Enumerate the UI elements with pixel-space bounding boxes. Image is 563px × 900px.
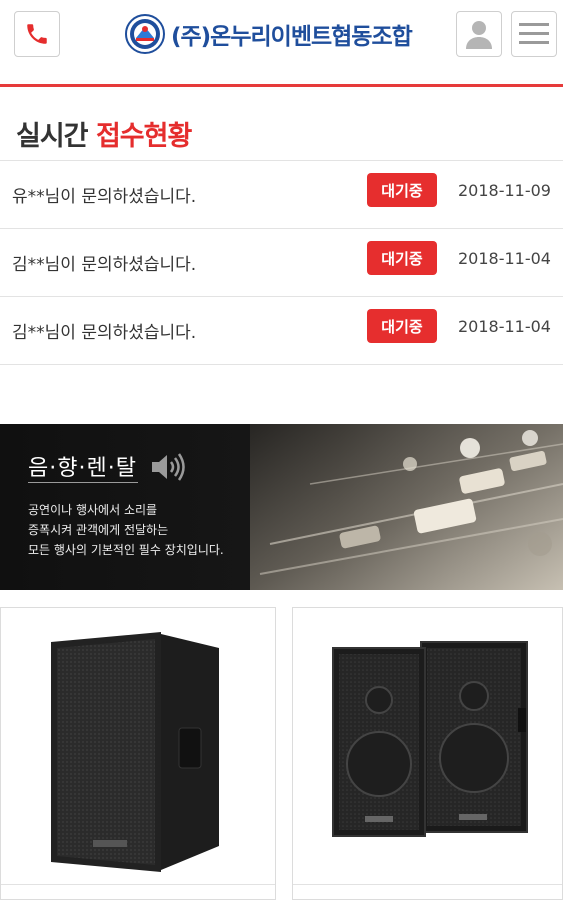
inquiry-text: 유**님이 문의하셨습니다. [12, 187, 197, 207]
call-button[interactable] [14, 11, 60, 57]
inquiry-date: 2018-11-04 [458, 249, 551, 268]
product-card[interactable] [292, 607, 563, 900]
inquiry-list: 유**님이 문의하셨습니다. 대기중 2018-11-09 김**님이 문의하셨… [0, 160, 563, 365]
app-header: (주)온누리이벤트협동조합 [0, 0, 563, 84]
banner-description: 공연이나 행사에서 소리를 증폭시켜 관객에게 전달하는 모든 행사의 기본적인… [28, 500, 224, 560]
banner-title-underline [28, 482, 138, 483]
inquiry-date: 2018-11-04 [458, 317, 551, 336]
title-prefix: 실시간 [16, 121, 89, 152]
header-divider [0, 84, 563, 87]
banner-desc-line: 증폭시켜 관객에게 전달하는 [28, 523, 169, 537]
banner-title: 음·향·렌·탈 [28, 456, 137, 481]
speaker-pair-image [332, 641, 528, 837]
audio-rental-banner[interactable]: 음·향·렌·탈 공연이나 행사에서 소리를 증폭시켜 관객에게 전달하는 모든 … [0, 424, 563, 590]
cooperative-emblem-icon [125, 14, 165, 54]
realtime-section-title: 실시간 접수현황 [16, 114, 192, 153]
mixer-console-image [250, 424, 563, 590]
inquiry-text: 김**님이 문의하셨습니다. [12, 255, 197, 275]
inquiry-date: 2018-11-09 [458, 181, 551, 200]
product-card[interactable] [0, 607, 276, 900]
status-badge: 대기중 [367, 309, 437, 343]
inquiry-text: 김**님이 문의하셨습니다. [12, 323, 197, 343]
speaker-volume-icon [152, 453, 185, 481]
inquiry-row[interactable]: 김**님이 문의하셨습니다. 대기중 2018-11-04 [0, 296, 563, 365]
card-divider [293, 884, 562, 885]
phone-icon [27, 24, 47, 44]
menu-button[interactable] [511, 11, 557, 57]
inquiry-row[interactable]: 유**님이 문의하셨습니다. 대기중 2018-11-09 [0, 160, 563, 228]
brand-logo[interactable]: (주)온누리이벤트협동조합 [125, 14, 413, 54]
user-icon [466, 21, 492, 49]
status-badge: 대기중 [367, 173, 437, 207]
banner-desc-line: 공연이나 행사에서 소리를 [28, 503, 158, 517]
card-divider [1, 884, 275, 885]
status-badge: 대기중 [367, 241, 437, 275]
hamburger-menu-icon [519, 23, 549, 44]
banner-desc-line: 모든 행사의 기본적인 필수 장치입니다. [28, 543, 224, 557]
single-pa-speaker-image [51, 632, 219, 872]
user-button[interactable] [456, 11, 502, 57]
title-highlight: 접수현황 [95, 121, 192, 152]
inquiry-row[interactable]: 김**님이 문의하셨습니다. 대기중 2018-11-04 [0, 228, 563, 296]
brand-name: (주)온누리이벤트협동조합 [171, 24, 413, 50]
